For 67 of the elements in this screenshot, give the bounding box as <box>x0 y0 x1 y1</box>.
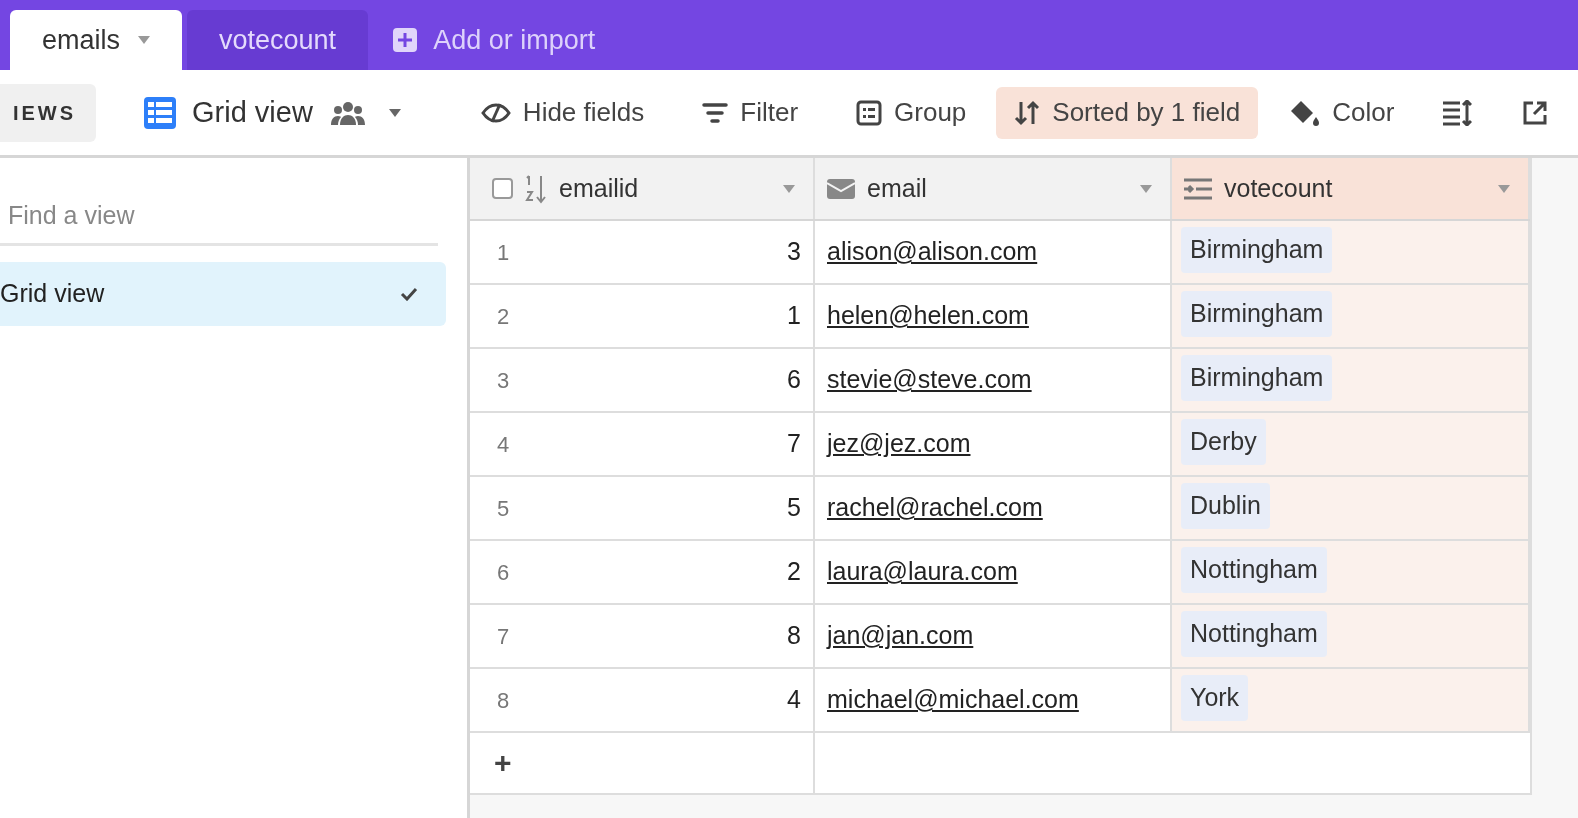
view-switcher-button[interactable]: Grid view <box>144 90 401 135</box>
row-number: 2 <box>497 302 510 331</box>
caret-icon <box>1498 184 1510 193</box>
grid-icon <box>144 96 176 129</box>
caret-icon <box>1140 184 1152 193</box>
caret-icon <box>388 108 401 117</box>
table-tab[interactable]: votecount <box>187 10 369 70</box>
row-number: 5 <box>497 494 510 523</box>
column-header[interactable]: email <box>815 158 1172 219</box>
email-link[interactable]: rachel@rachel.com <box>827 489 1043 527</box>
caret-icon <box>783 184 795 193</box>
linked-record-chip: Dublin <box>1181 483 1270 529</box>
sort-arrows-icon <box>1014 99 1041 126</box>
table-cell-text: 3 <box>787 236 801 268</box>
row-number: 8 <box>497 686 510 715</box>
table-tab[interactable]: emails <box>10 10 183 70</box>
add-row-button[interactable]: + <box>494 748 512 778</box>
email-link[interactable]: michael@michael.com <box>827 681 1079 719</box>
row-number: 4 <box>497 430 510 459</box>
toolbar-button[interactable]: Color <box>1270 86 1413 139</box>
table-cell-text: 1 <box>787 300 801 332</box>
table-cell-text: 8 <box>787 620 801 652</box>
email-link[interactable]: jan@jan.com <box>827 617 974 655</box>
linked-record-chip: Nottingham <box>1181 547 1327 593</box>
linked-record-chip: Derby <box>1181 419 1266 465</box>
toolbar-button[interactable]: Sorted by 1 field <box>996 86 1259 139</box>
view-list-item[interactable]: Grid view <box>0 262 446 326</box>
linked-record-chip: York <box>1181 675 1249 721</box>
email-link[interactable]: alison@alison.com <box>827 233 1038 271</box>
table-cell-text: 5 <box>787 492 801 524</box>
select-all-checkbox[interactable] <box>492 178 513 199</box>
row-number: 3 <box>497 366 510 395</box>
linked-record-chip: Birmingham <box>1181 227 1333 273</box>
people-icon <box>330 100 365 125</box>
row-height-icon <box>1442 99 1473 126</box>
row-number: 7 <box>497 622 510 651</box>
email-link[interactable]: jez@jez.com <box>827 425 971 463</box>
envelope-icon <box>827 178 855 199</box>
number-sort-icon <box>525 173 547 204</box>
email-link[interactable]: helen@helen.com <box>827 297 1029 335</box>
linked-record-chip: Birmingham <box>1181 355 1333 401</box>
filter-icon <box>702 101 729 124</box>
toolbar-button[interactable]: Hide fields <box>462 86 663 139</box>
column-header[interactable]: emailid <box>470 158 815 219</box>
add-or-import-button[interactable]: Add or import <box>373 10 616 70</box>
row-number: 6 <box>497 558 510 587</box>
hidden-eye-icon <box>480 102 511 123</box>
email-link[interactable]: stevie@steve.com <box>827 361 1032 399</box>
table-cell-text: 6 <box>787 364 801 396</box>
row-number: 1 <box>497 238 510 267</box>
views-toggle-button[interactable]: IEWS <box>0 83 96 142</box>
group-icon <box>856 99 883 126</box>
table-cell-text: 2 <box>787 556 801 588</box>
linked-record-chip: Nottingham <box>1181 611 1327 657</box>
table-cell-text: 4 <box>787 684 801 716</box>
email-link[interactable]: laura@laura.com <box>827 553 1018 591</box>
caret-icon <box>138 36 151 44</box>
column-header[interactable]: votecount <box>1172 158 1530 219</box>
lookup-lines-icon <box>1184 177 1212 200</box>
share-icon[interactable] <box>1522 99 1549 126</box>
table-cell-text: 7 <box>787 428 801 460</box>
find-view-field[interactable]: Find a view <box>0 188 438 246</box>
check-icon <box>400 287 418 301</box>
toolbar-button[interactable]: Group <box>838 86 985 139</box>
toolbar-button[interactable]: Filter <box>684 86 817 139</box>
linked-record-chip: Birmingham <box>1181 291 1333 337</box>
plus-icon <box>393 28 418 52</box>
